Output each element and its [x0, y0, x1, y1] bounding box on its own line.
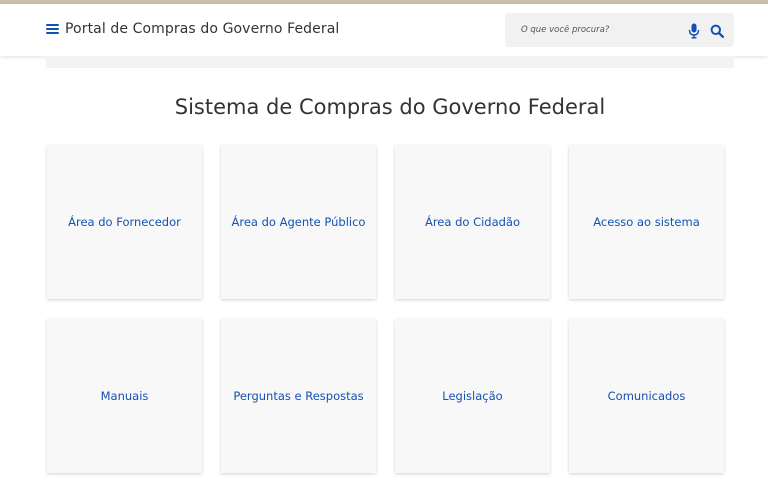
site-title[interactable]: Portal de Compras do Governo Federal [65, 21, 339, 37]
card-label: Legislação [442, 389, 503, 403]
card-area-do-fornecedor[interactable]: Área do Fornecedor [47, 145, 202, 299]
card-area-do-agente-publico[interactable]: Área do Agente Público [221, 145, 376, 299]
breadcrumb-band [46, 56, 734, 68]
card-label: Área do Agente Público [231, 215, 366, 229]
card-perguntas-e-respostas[interactable]: Perguntas e Respostas [221, 319, 376, 473]
card-label: Manuais [100, 389, 149, 403]
card-manuais[interactable]: Manuais [47, 319, 202, 473]
card-area-do-cidadao[interactable]: Área do Cidadão [395, 145, 550, 299]
site-header: Portal de Compras do Governo Federal [0, 4, 768, 56]
card-label: Área do Fornecedor [68, 215, 181, 229]
card-comunicados[interactable]: Comunicados [569, 319, 724, 473]
hamburger-menu-icon[interactable] [46, 22, 60, 36]
search-icon[interactable] [710, 23, 725, 39]
card-label: Perguntas e Respostas [233, 389, 364, 403]
page-title: Sistema de Compras do Governo Federal [174, 95, 606, 119]
card-label: Acesso ao sistema [593, 215, 700, 229]
card-label: Área do Cidadão [424, 215, 521, 229]
card-acesso-ao-sistema[interactable]: Acesso ao sistema [569, 145, 724, 299]
card-label: Comunicados [607, 389, 686, 403]
search-box [505, 13, 734, 47]
microphone-icon[interactable] [688, 23, 700, 39]
card-legislacao[interactable]: Legislação [395, 319, 550, 473]
search-input[interactable] [521, 22, 671, 38]
